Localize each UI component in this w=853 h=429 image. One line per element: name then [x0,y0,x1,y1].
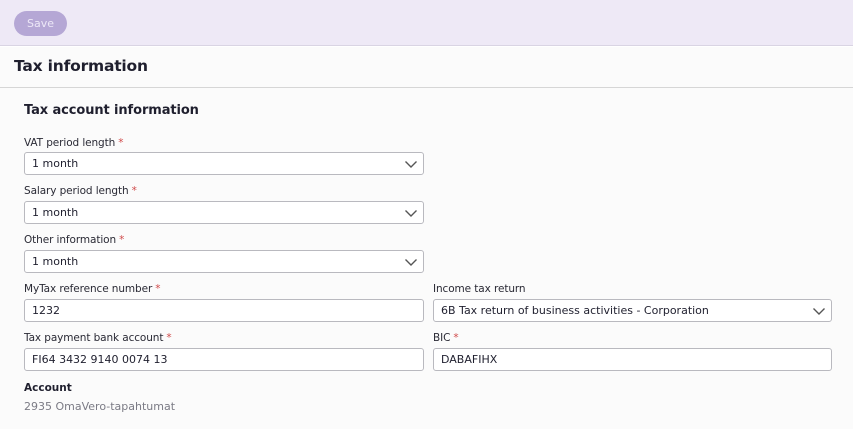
required-mark: * [119,234,125,246]
bank-account-value: FI64 3432 9140 0074 13 [32,353,168,366]
mytax-ref-label: MyTax reference number * [24,283,160,295]
mytax-ref-input[interactable]: 1232 [24,299,424,322]
salary-period-select[interactable]: 1 month [24,201,424,224]
section-subtitle: Tax account information [24,103,199,118]
bank-account-input[interactable]: FI64 3432 9140 0074 13 [24,348,424,371]
tax-account-panel: Tax account information VAT period lengt… [0,88,853,429]
salary-period-value: 1 month [32,206,79,219]
other-info-label-text: Other information [24,234,117,246]
bic-value: DABAFIHX [441,353,498,366]
income-tax-return-value: 6B Tax return of business activities - C… [441,304,709,317]
mytax-ref-value: 1232 [32,304,60,317]
other-info-value: 1 month [32,255,79,268]
bic-label: BIC * [433,332,459,344]
toolbar: Save [0,0,853,46]
required-mark: * [453,332,459,344]
required-mark: * [155,283,161,295]
chevron-down-icon [405,161,417,168]
vat-period-label-text: VAT period length [24,137,116,149]
account-label: Account [24,382,72,394]
page-title: Tax information [14,57,148,75]
income-tax-return-label: Income tax return [433,283,526,295]
other-info-select[interactable]: 1 month [24,250,424,273]
bank-account-label-text: Tax payment bank account [24,332,164,344]
section-header: Tax information [0,47,853,88]
chevron-down-icon [813,308,825,315]
bic-label-text: BIC [433,332,451,344]
vat-period-value: 1 month [32,157,79,170]
required-mark: * [118,137,124,149]
bic-input[interactable]: DABAFIHX [433,348,832,371]
salary-period-label-text: Salary period length [24,185,129,197]
chevron-down-icon [405,259,417,266]
account-value: 2935 OmaVero-tapahtumat [24,400,176,413]
income-tax-return-select[interactable]: 6B Tax return of business activities - C… [433,299,832,322]
vat-period-label: VAT period length * [24,137,123,149]
required-mark: * [166,332,172,344]
bank-account-label: Tax payment bank account * [24,332,172,344]
mytax-ref-label-text: MyTax reference number [24,283,153,295]
income-tax-return-label-text: Income tax return [433,283,526,295]
vat-period-select[interactable]: 1 month [24,152,424,175]
required-mark: * [131,185,137,197]
other-info-label: Other information * [24,234,124,246]
chevron-down-icon [405,210,417,217]
save-button[interactable]: Save [14,11,67,36]
salary-period-label: Salary period length * [24,185,137,197]
